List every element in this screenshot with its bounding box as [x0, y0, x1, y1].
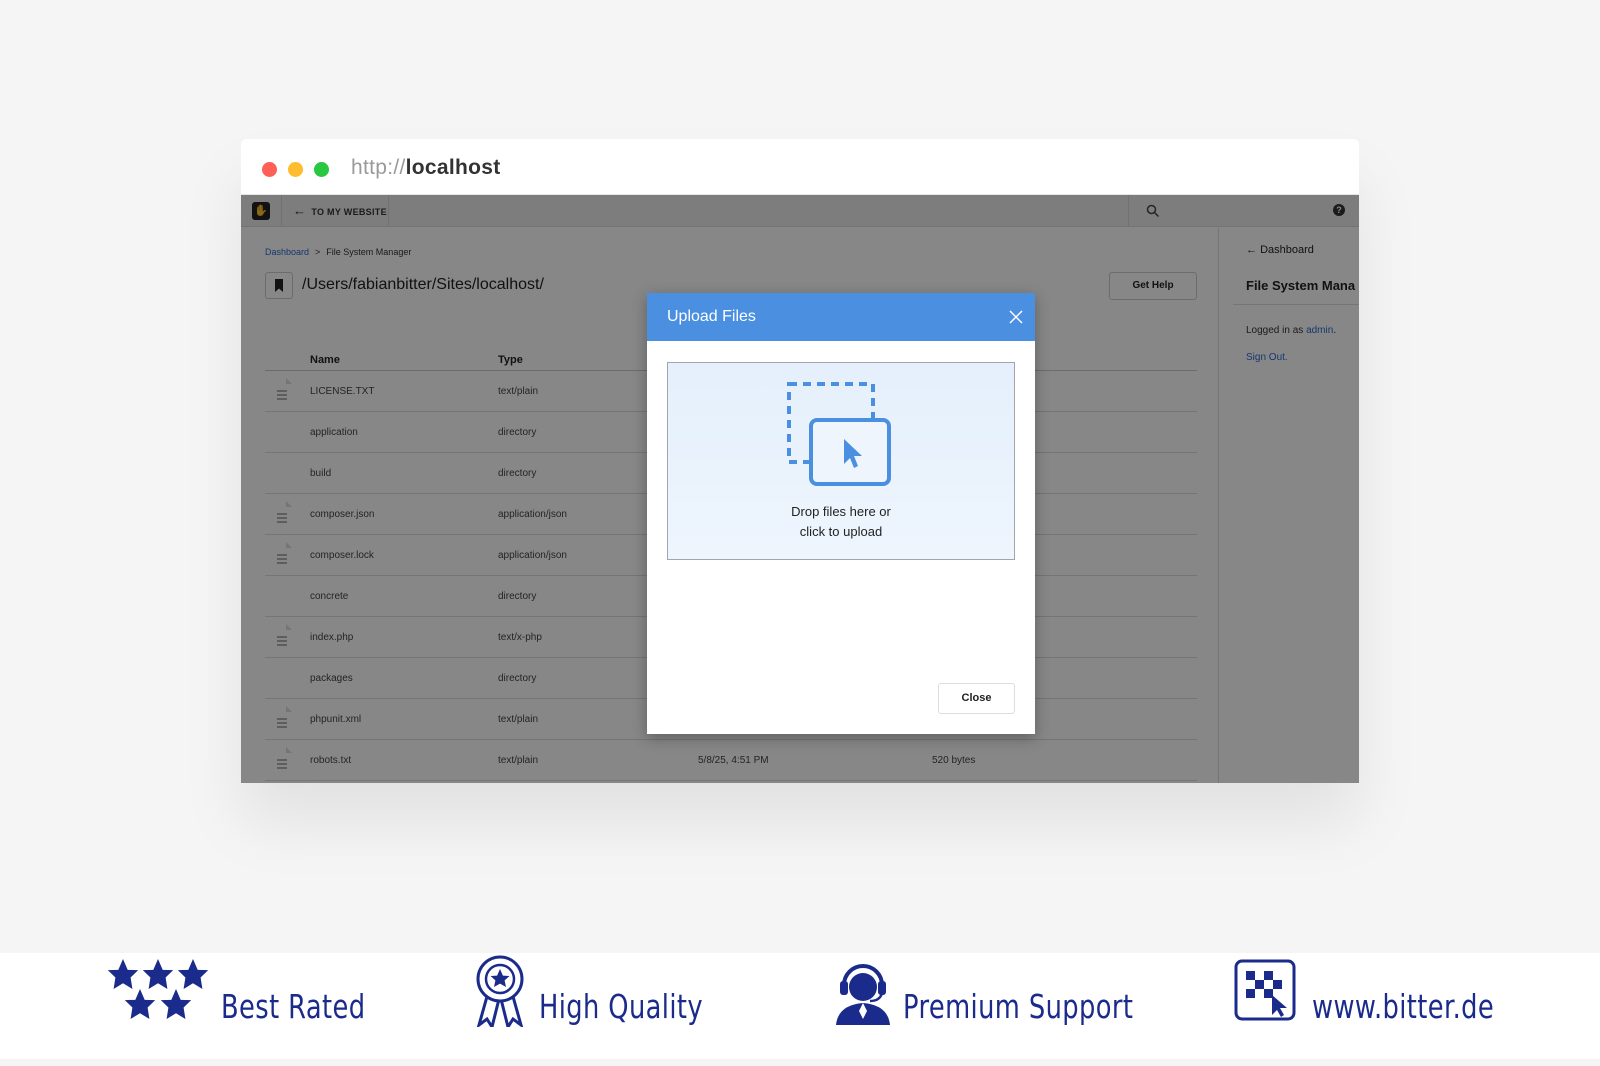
stars-icon: [107, 959, 209, 1019]
dialog-header: Upload Files: [647, 293, 1035, 341]
url-host: localhost: [405, 156, 501, 179]
close-window-dot[interactable]: [262, 162, 277, 177]
feature-banner: Best Rated High Quality Premium Support: [0, 953, 1600, 1059]
maximize-window-dot[interactable]: [314, 162, 329, 177]
file-dropzone[interactable]: Drop files here or click to upload: [667, 362, 1015, 560]
upload-files-dialog: Upload Files Drop files here or click to…: [647, 293, 1035, 734]
close-button[interactable]: Close: [938, 683, 1015, 714]
badge-label: www.bitter.de: [1312, 987, 1495, 1026]
dropzone-line-1: Drop files here or: [791, 504, 891, 519]
url-text[interactable]: http://localhost: [351, 156, 501, 180]
dropzone-line-2: click to upload: [799, 524, 883, 539]
badge-label: Premium Support: [903, 987, 1134, 1026]
badge-label: High Quality: [539, 987, 704, 1026]
browser-address-bar: http://localhost: [241, 139, 1359, 195]
minimize-window-dot[interactable]: [288, 162, 303, 177]
bitter-logo-icon: [1234, 959, 1296, 1021]
page-viewport: ✋ ← TO MY WEBSITE ? Dashboard > File System…: [241, 195, 1359, 783]
support-agent-icon: [836, 964, 890, 1025]
browser-window: http://localhost ✋ ← TO MY WEBSITE ? Dash…: [241, 139, 1359, 783]
award-ribbon-icon: [476, 955, 524, 1027]
upload-drop-icon: [787, 382, 891, 486]
badge-label: Best Rated: [221, 987, 366, 1026]
dialog-title: Upload Files: [667, 308, 756, 325]
close-icon[interactable]: [1009, 310, 1023, 324]
url-protocol: http://: [351, 156, 406, 179]
dropzone-text: Drop files here or click to upload: [668, 502, 1014, 542]
